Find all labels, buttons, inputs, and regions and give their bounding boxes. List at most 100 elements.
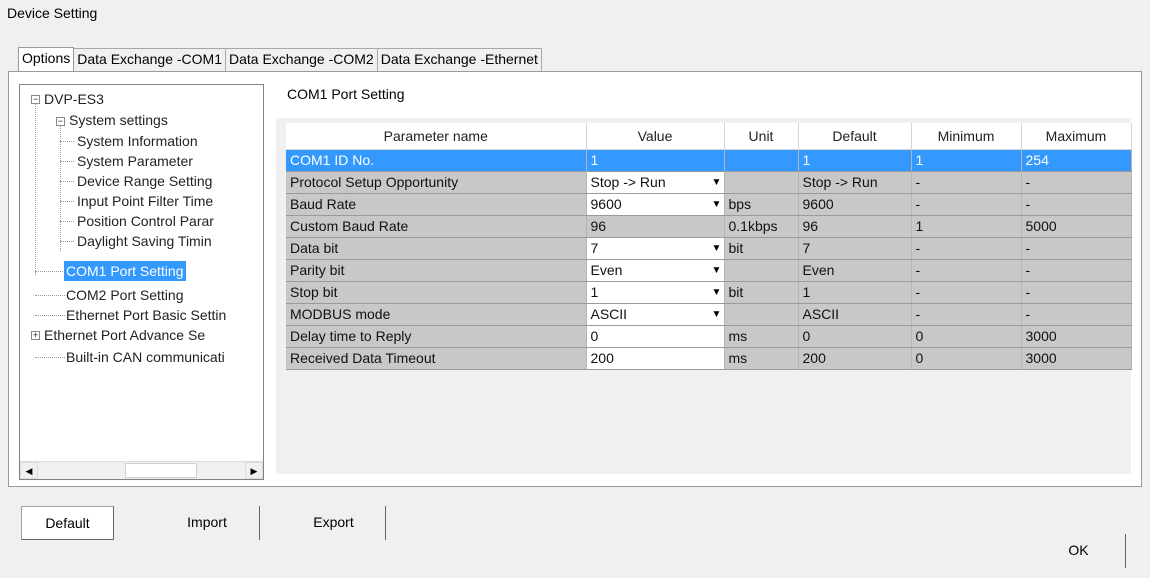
maximum-cell: 254	[1021, 149, 1132, 172]
default-cell: 96	[798, 215, 912, 238]
tree-item-system-parameter[interactable]: System Parameter	[77, 151, 193, 171]
collapse-icon[interactable]: −	[31, 95, 40, 104]
value-dropdown[interactable]: Even ▼	[586, 259, 725, 282]
parameter-name-cell: Protocol Setup Opportunity	[286, 171, 587, 194]
maximum-cell: -	[1021, 281, 1132, 304]
tree-item-input-point-filter-time[interactable]: Input Point Filter Time	[77, 191, 213, 211]
minimum-cell: -	[911, 281, 1022, 304]
dropdown-value: 9600	[590, 196, 622, 212]
tree-item-system-settings[interactable]: System settings	[69, 110, 168, 130]
tree-item-system-information[interactable]: System Information	[77, 131, 198, 151]
expand-icon[interactable]: +	[31, 331, 40, 340]
tree-item-daylight-saving[interactable]: Daylight Saving Timin	[77, 231, 212, 251]
settings-tree[interactable]: − DVP-ES3 − System settings System Infor…	[19, 84, 264, 480]
value-input[interactable]: 200	[586, 347, 725, 370]
table-row[interactable]: COM1 ID No. 1 1 1 254	[286, 149, 1132, 172]
table-row[interactable]: MODBUS mode ASCII ▼ ASCII - -	[286, 303, 1132, 326]
chevron-down-icon[interactable]: ▼	[710, 287, 724, 298]
parameter-name-cell: MODBUS mode	[286, 303, 587, 326]
scrollbar-thumb[interactable]	[125, 463, 197, 478]
parameter-name-cell: Baud Rate	[286, 193, 587, 216]
tree-connector	[35, 315, 65, 316]
tree-connector	[60, 221, 74, 222]
arrow-left-icon[interactable]: ◀	[20, 462, 38, 479]
unit-cell: bit	[724, 237, 799, 260]
default-cell: 9600	[798, 193, 912, 216]
parameter-grid-area: Parameter name Value Unit Default Minimu…	[276, 118, 1132, 474]
import-button[interactable]: Import	[155, 506, 260, 540]
maximum-cell: -	[1021, 237, 1132, 260]
value-dropdown[interactable]: 1 ▼	[586, 281, 725, 304]
tree-item-com2-port-setting[interactable]: COM2 Port Setting	[66, 285, 184, 305]
chevron-down-icon[interactable]: ▼	[710, 177, 724, 188]
table-row[interactable]: Protocol Setup Opportunity Stop -> Run ▼ St…	[286, 171, 1132, 194]
dropdown-value: ASCII	[590, 306, 628, 322]
tree-root-dvp-es3[interactable]: DVP-ES3	[44, 89, 104, 109]
tree-connector	[35, 99, 36, 275]
table-row[interactable]: Received Data Timeout 200 ms 200 0 3000	[286, 347, 1132, 370]
export-button[interactable]: Export	[282, 506, 386, 540]
tree-horizontal-scrollbar[interactable]: ◀ ▶	[20, 461, 263, 479]
tree-item-device-range-setting[interactable]: Device Range Setting	[77, 171, 212, 191]
table-row[interactable]: Parity bit Even ▼ Even - -	[286, 259, 1132, 282]
tree-connector	[60, 181, 74, 182]
tree-item-position-control[interactable]: Position Control Parar	[77, 211, 214, 231]
dropdown-value: Stop -> Run	[590, 174, 666, 190]
tree-item-ethernet-advance[interactable]: Ethernet Port Advance Se	[44, 325, 205, 345]
column-header-value[interactable]: Value	[586, 123, 725, 150]
unit-cell	[724, 149, 799, 172]
default-cell: Even	[798, 259, 912, 282]
table-row[interactable]: Data bit 7 ▼ bit 7- -	[286, 237, 1132, 260]
parameter-name-cell: Parity bit	[286, 259, 587, 282]
chevron-down-icon[interactable]: ▼	[710, 243, 724, 254]
dropdown-value: 1	[590, 284, 599, 300]
parameter-name-cell: Data bit	[286, 237, 587, 260]
tree-connector	[60, 161, 74, 162]
column-header-minimum[interactable]: Minimum	[911, 123, 1022, 150]
value-dropdown[interactable]: 7 ▼	[586, 237, 725, 260]
parameter-name-cell: Custom Baud Rate	[286, 215, 587, 238]
unit-cell: 0.1kbps	[724, 215, 799, 238]
table-row[interactable]: Custom Baud Rate 96 0.1kbps 96 1 5000	[286, 215, 1132, 238]
maximum-cell: 3000	[1021, 325, 1132, 348]
tab-data-exchange-com1[interactable]: Data Exchange -COM1	[73, 48, 226, 71]
dropdown-value: 7	[590, 240, 599, 256]
tree-item-com1-port-setting[interactable]: COM1 Port Setting	[64, 261, 186, 281]
value-dropdown[interactable]: ASCII ▼	[586, 303, 725, 326]
tab-data-exchange-ethernet[interactable]: Data Exchange -Ethernet	[376, 48, 542, 71]
arrow-right-icon[interactable]: ▶	[245, 462, 263, 479]
table-row[interactable]: Stop bit 1 ▼ bit 1- -	[286, 281, 1132, 304]
tab-data-exchange-com2[interactable]: Data Exchange -COM2	[224, 48, 378, 71]
column-header-default[interactable]: Default	[798, 123, 912, 150]
unit-cell: ms	[724, 325, 799, 348]
chevron-down-icon[interactable]: ▼	[710, 199, 724, 210]
default-cell: 200	[798, 347, 912, 370]
unit-cell	[724, 259, 799, 282]
table-row[interactable]: Baud Rate 9600 ▼ bps 9600- -	[286, 193, 1132, 216]
table-row[interactable]: Delay time to Reply 0 ms 0 0 3000	[286, 325, 1132, 348]
default-button[interactable]: Default	[21, 506, 114, 540]
value-dropdown[interactable]: 9600 ▼	[586, 193, 725, 216]
dropdown-value: Even	[590, 262, 623, 278]
unit-cell: bit	[724, 281, 799, 304]
value-input[interactable]: 0	[586, 325, 725, 348]
tree-connector	[35, 271, 65, 272]
default-cell: 1	[798, 281, 912, 304]
parameter-grid-body: COM1 ID No. 1 1 1 254 Protocol Setup Opportun…	[286, 149, 1132, 370]
minimum-cell: 1	[911, 149, 1022, 172]
column-header-maximum[interactable]: Maximum	[1021, 123, 1132, 150]
tab-options[interactable]: Options	[18, 47, 75, 71]
value-dropdown[interactable]: Stop -> Run ▼	[586, 171, 725, 194]
tree-item-ethernet-basic[interactable]: Ethernet Port Basic Settin	[66, 305, 226, 325]
chevron-down-icon[interactable]: ▼	[710, 309, 724, 320]
column-header-unit[interactable]: Unit	[724, 123, 799, 150]
section-title: COM1 Port Setting	[287, 86, 405, 102]
ok-button[interactable]: OK	[1032, 534, 1126, 568]
maximum-cell: -	[1021, 193, 1132, 216]
tree-connector	[35, 357, 65, 358]
unit-cell	[724, 303, 799, 326]
column-header-parameter-name[interactable]: Parameter name	[286, 123, 587, 150]
collapse-icon[interactable]: −	[56, 117, 65, 126]
tree-item-builtin-can[interactable]: Built-in CAN communicati	[66, 347, 225, 367]
chevron-down-icon[interactable]: ▼	[710, 265, 724, 276]
